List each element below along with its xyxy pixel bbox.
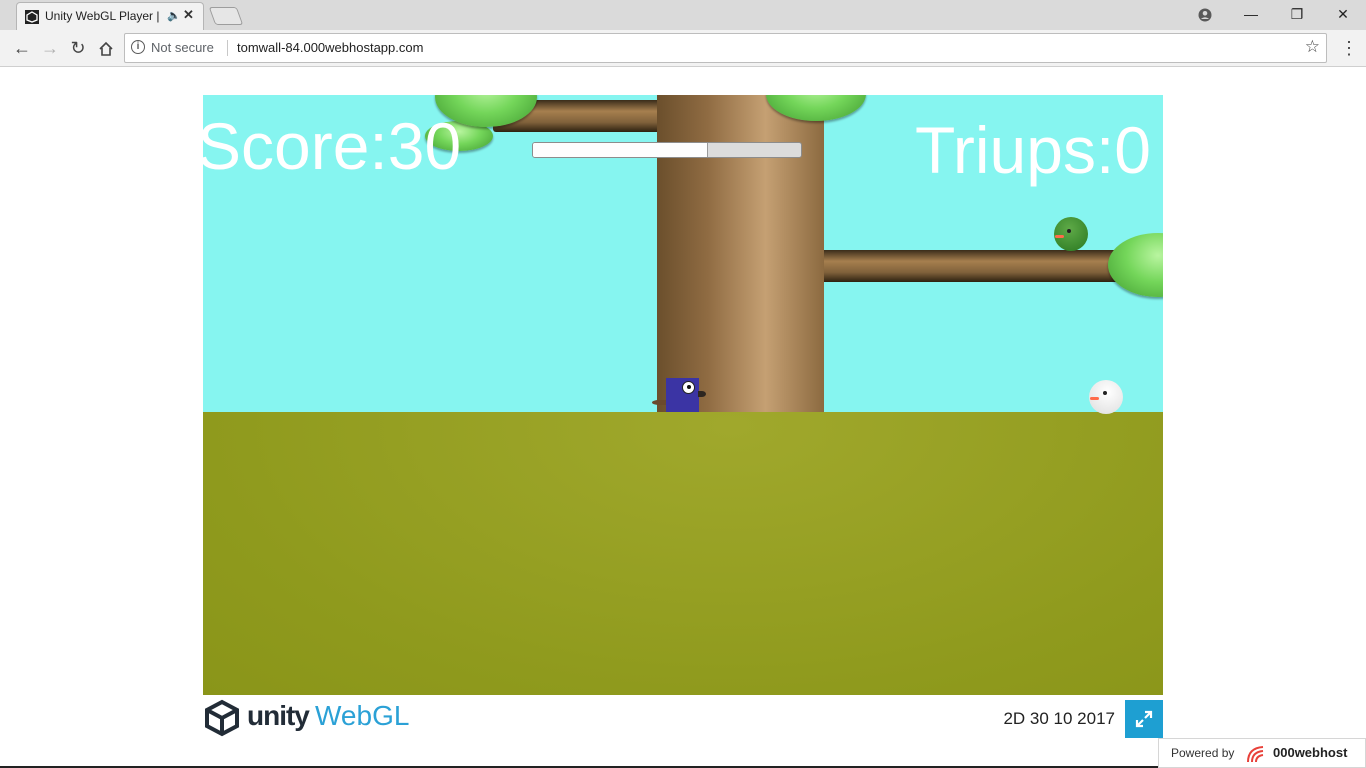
enemy-eye <box>1103 391 1107 395</box>
progress-bar <box>532 142 802 158</box>
browser-tab[interactable]: Unity WebGL Player | 2 🔈 ✕ <box>16 2 204 31</box>
new-tab-button[interactable] <box>208 7 244 25</box>
fullscreen-button[interactable] <box>1125 700 1163 738</box>
maximize-button[interactable]: ❐ <box>1274 0 1320 28</box>
ground <box>203 412 1163 695</box>
enemy-beak <box>1090 397 1099 400</box>
progress-bar-fill <box>533 143 709 157</box>
score-display: Score:30 <box>203 109 462 183</box>
game-title: 2D 30 10 2017 <box>1003 709 1115 728</box>
webhost-logo-icon <box>1247 746 1264 763</box>
webgl-wordmark: WebGL <box>315 700 410 731</box>
triups-display: Triups:0 <box>915 113 1151 187</box>
info-icon[interactable]: i <box>131 40 145 54</box>
url-text[interactable]: tomwall-84.000webhostapp.com <box>237 40 423 55</box>
leaf-cluster <box>1108 233 1163 297</box>
address-bar[interactable]: i Not secure tomwall-84.000webhostapp.co… <box>124 33 1327 63</box>
profile-icon[interactable] <box>1182 0 1228 28</box>
player-eye <box>682 381 695 394</box>
speaker-icon[interactable]: 🔈 <box>167 9 181 22</box>
bookmark-star-icon[interactable]: ☆ <box>1305 37 1320 57</box>
tab-close-icon[interactable]: ✕ <box>183 7 194 23</box>
enemy-beak <box>1055 235 1064 238</box>
powered-brand: 000webhost <box>1273 745 1348 760</box>
enemy-eye <box>1067 229 1071 233</box>
powered-label: Powered by <box>1171 746 1235 760</box>
unity-wordmark: unity <box>247 700 310 731</box>
reload-icon[interactable]: ↻ <box>66 36 90 60</box>
player-bird <box>652 378 706 412</box>
browser-menu-icon[interactable]: ⋮ <box>1340 35 1358 61</box>
unity-favicon-icon <box>25 10 39 24</box>
enemy-bird-green <box>1054 217 1088 251</box>
tab-title: Unity WebGL Player | 2 <box>45 9 163 23</box>
enemy-bird-white <box>1089 380 1123 414</box>
unity-logo-icon <box>205 699 239 737</box>
game-canvas[interactable]: Score:30 Triups:0 <box>203 95 1163 695</box>
branch-right <box>819 250 1119 282</box>
browser-toolbar: ← → ↻ i Not secure tomwall-84.000webhost… <box>0 30 1366 67</box>
powered-by-badge[interactable]: Powered by 000webhost <box>1158 738 1366 768</box>
home-icon[interactable] <box>94 36 118 60</box>
fullscreen-icon <box>1135 710 1153 728</box>
tab-strip: Unity WebGL Player | 2 🔈 ✕ — ❐ ✕ <box>0 0 1366 31</box>
back-arrow-icon[interactable]: ← <box>10 36 34 60</box>
minimize-button[interactable]: — <box>1228 0 1274 28</box>
close-window-button[interactable]: ✕ <box>1320 0 1366 28</box>
omnibox-divider <box>227 40 228 56</box>
player-beak <box>698 391 706 397</box>
forward-arrow-icon[interactable]: → <box>38 36 62 60</box>
player-tail <box>652 400 666 405</box>
unity-footer: unity WebGL 2D 30 10 2017 <box>203 695 1163 739</box>
security-label: Not secure <box>151 40 214 55</box>
